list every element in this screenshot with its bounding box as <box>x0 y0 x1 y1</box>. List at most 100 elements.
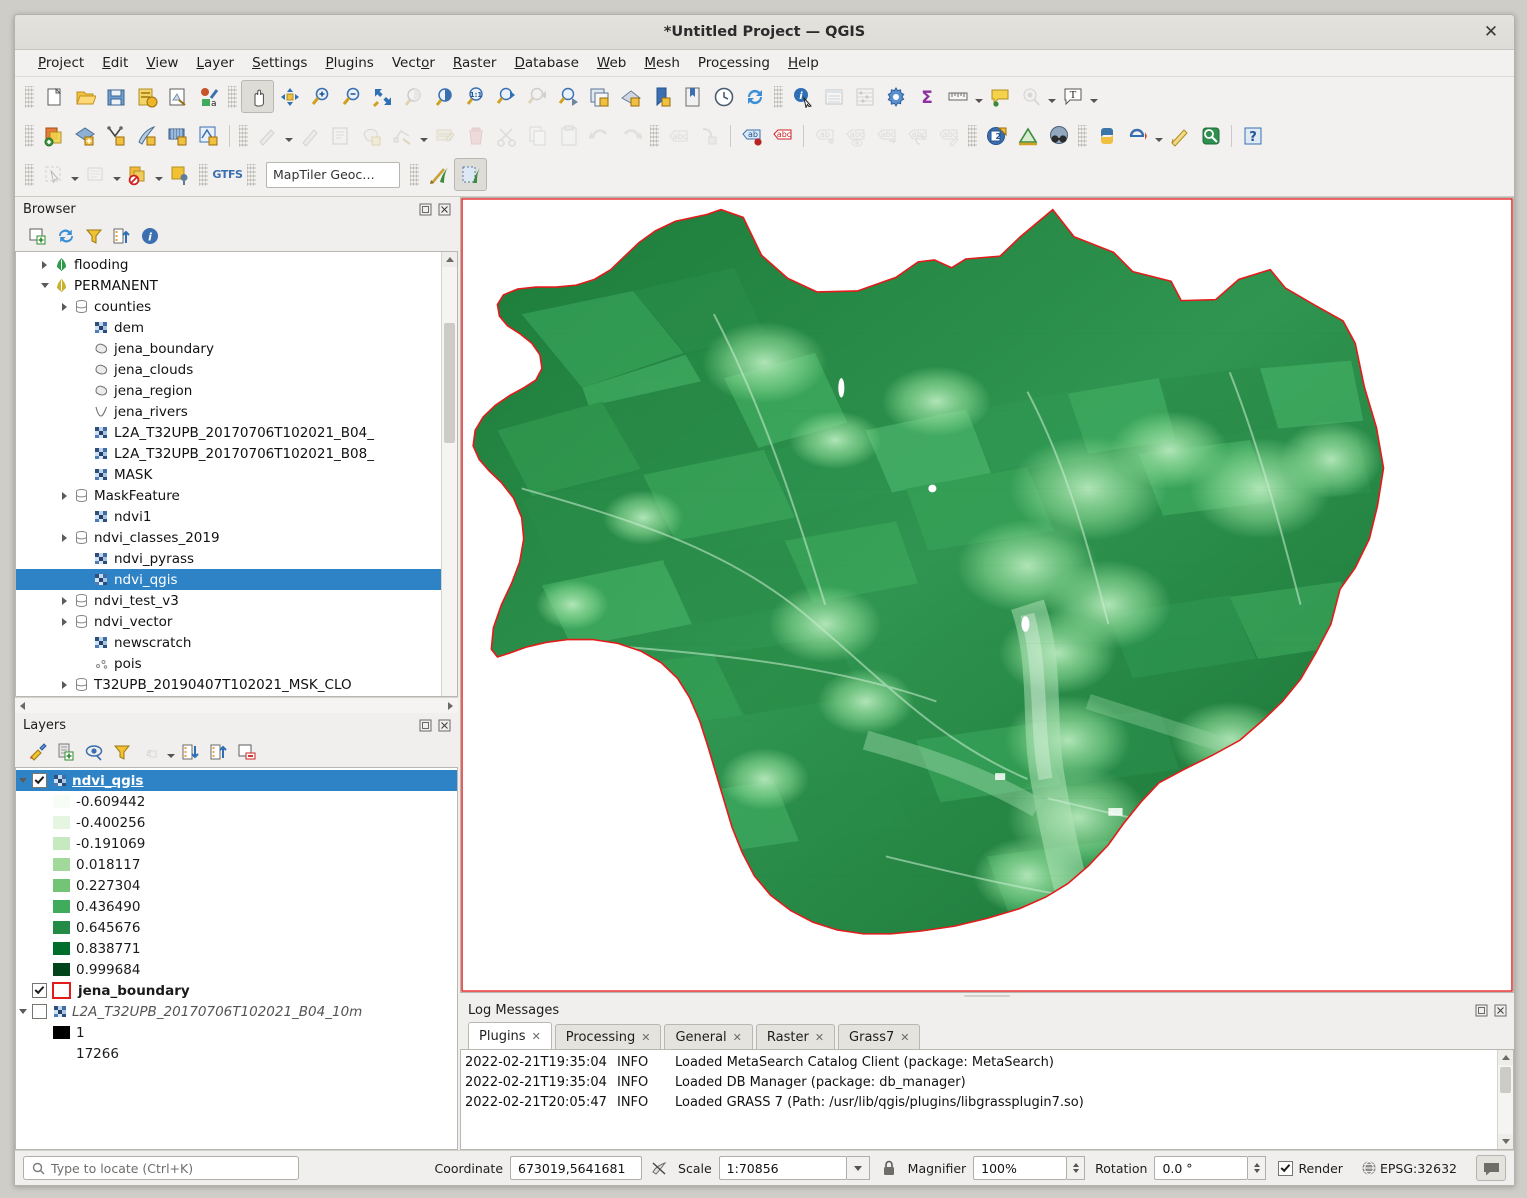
log-scroll-down-button[interactable] <box>1498 1134 1513 1149</box>
browser-item-ndvi1[interactable]: ndvi1 <box>16 506 441 527</box>
layer-visibility-checkbox[interactable] <box>32 983 47 998</box>
toolbar-grip[interactable] <box>25 163 34 186</box>
expand-arrow-icon[interactable] <box>38 275 51 296</box>
plugin-caret[interactable] <box>1153 120 1164 151</box>
legend-entry-7[interactable]: 0.838771 <box>16 938 457 959</box>
menu-plugins[interactable]: Plugins <box>316 52 382 74</box>
zoom-in-icon[interactable] <box>305 81 336 112</box>
new-project-icon[interactable] <box>38 81 69 112</box>
show-hide-labels-icon[interactable]: abc <box>840 120 871 151</box>
log-tab-processing[interactable]: Processing ✕ <box>554 1024 662 1049</box>
new-bookmark-icon[interactable] <box>646 81 677 112</box>
vertex-tool-icon[interactable] <box>387 120 418 151</box>
select-by-location-icon[interactable] <box>164 159 195 190</box>
render-checkbox[interactable] <box>1278 1160 1294 1176</box>
add-wfs-layer-icon[interactable] <box>131 120 162 151</box>
browser-item-l2a-t32upb-20170706t102021-b08[interactable]: L2A_T32UPB_20170706T102021_B08_ <box>16 443 441 464</box>
log-tab-close-icon[interactable]: ✕ <box>815 1031 824 1044</box>
options-icon[interactable] <box>880 81 911 112</box>
log-scroll-thumb[interactable] <box>1500 1067 1511 1093</box>
grass-region-icon[interactable] <box>454 158 487 191</box>
rotation-spinner[interactable] <box>1248 1156 1267 1180</box>
messages-button[interactable] <box>1476 1155 1506 1181</box>
collapse-all-layers-icon[interactable] <box>206 739 232 765</box>
toolbar-grip[interactable] <box>25 85 34 108</box>
toolbar-grip[interactable] <box>650 124 659 147</box>
annotation-dropdown-caret[interactable] <box>1088 81 1099 112</box>
style-manager-icon[interactable]: a <box>193 81 224 112</box>
remove-layer-icon[interactable] <box>234 739 260 765</box>
open-project-icon[interactable] <box>69 81 100 112</box>
log-tab-close-icon[interactable]: ✕ <box>900 1031 909 1044</box>
geocoder-input[interactable]: MapTiler Geoc… <box>266 161 400 188</box>
expand-arrow-icon[interactable] <box>38 254 51 275</box>
search-qms-icon[interactable] <box>1043 120 1074 151</box>
browser-item-ndvi-vector[interactable]: ndvi_vector <box>16 611 441 632</box>
log-entry-list[interactable]: 2022-02-21T19:35:04 INFO Loaded MetaSearch… <box>461 1050 1497 1149</box>
save-project-icon[interactable] <box>100 81 131 112</box>
browser-vertical-scrollbar[interactable] <box>441 252 457 696</box>
rotation-input[interactable]: 0.0 ° <box>1154 1156 1249 1180</box>
edit-script-icon[interactable] <box>1164 120 1195 151</box>
log-entry-row[interactable]: 2022-02-21T20:05:47 INFO Loaded GRASS 7 (P… <box>465 1092 1497 1112</box>
browser-item-ndvi-pyrass[interactable]: ndvi_pyrass <box>16 548 441 569</box>
legend-entry-0[interactable]: -0.609442 <box>16 791 457 812</box>
scale-dropdown-button[interactable] <box>846 1156 870 1180</box>
zoom-to-selection-icon[interactable] <box>398 81 429 112</box>
layer-row-ndvi-qgis[interactable]: ndvi_qgis <box>16 770 457 791</box>
log-entry-row[interactable]: 2022-02-21T19:35:04 INFO Loaded MetaSearch… <box>465 1052 1497 1072</box>
scroll-up-button[interactable] <box>442 252 457 267</box>
layers-tree[interactable]: ndvi_qgis -0.609442 -0.400256 -0.191069 0.01… <box>16 768 457 1149</box>
open-attribute-table-icon[interactable] <box>818 81 849 112</box>
zoom-full-icon[interactable] <box>367 81 398 112</box>
zoom-native-icon[interactable]: 1:1 <box>460 81 491 112</box>
delete-selected-icon[interactable] <box>460 120 491 151</box>
crs-label[interactable]: EPSG:32632 <box>1380 1161 1457 1176</box>
expand-arrow-icon[interactable] <box>58 590 71 611</box>
save-layer-edits-icon[interactable] <box>325 120 356 151</box>
manage-map-themes-icon[interactable] <box>81 739 107 765</box>
browser-item-ndvi-test-v3[interactable]: ndvi_test_v3 <box>16 590 441 611</box>
current-edits-icon[interactable] <box>252 120 283 151</box>
toolbar-grip[interactable] <box>25 124 34 147</box>
menu-layer[interactable]: Layer <box>187 52 243 74</box>
add-vector-layer-icon[interactable] <box>38 120 69 151</box>
scroll-thumb[interactable] <box>444 323 455 443</box>
labels-dropdown-caret[interactable] <box>1046 81 1057 112</box>
menu-raster[interactable]: Raster <box>444 52 506 74</box>
log-tab-grass7[interactable]: Grass7 ✕ <box>838 1024 921 1049</box>
change-label-properties-icon[interactable]: abc <box>933 120 964 151</box>
add-virtual-layer-icon[interactable] <box>193 120 224 151</box>
pan-map-icon[interactable] <box>241 80 274 113</box>
change-label-icon[interactable]: abc <box>902 120 933 151</box>
new-3d-map-view-icon[interactable] <box>615 81 646 112</box>
layer-row-b04[interactable]: L2A_T32UPB_20170706T102021_B04_10m <box>16 1001 457 1022</box>
redo-icon[interactable] <box>615 120 646 151</box>
save-project-as-icon[interactable] <box>131 81 162 112</box>
toolbar-grip[interactable] <box>968 124 977 147</box>
current-edits-caret[interactable] <box>283 120 294 151</box>
deselect-caret[interactable] <box>111 159 122 190</box>
add-mesh-layer-icon[interactable] <box>162 120 193 151</box>
log-close-icon[interactable] <box>1493 1003 1508 1018</box>
menu-vector[interactable]: Vector <box>383 52 444 74</box>
legend-entry-8[interactable]: 0.999684 <box>16 959 457 980</box>
toolbar-grip[interactable] <box>247 163 256 186</box>
show-unplaced-labels-icon[interactable] <box>1015 81 1046 112</box>
scroll-right-button[interactable] <box>443 698 458 713</box>
browser-item-pois[interactable]: pois <box>16 653 441 674</box>
crs-globe-icon[interactable] <box>1360 1159 1378 1177</box>
measure-dropdown-caret[interactable] <box>973 81 984 112</box>
browser-item-flooding[interactable]: flooding <box>16 254 441 275</box>
modify-attributes-icon[interactable] <box>429 120 460 151</box>
menu-settings[interactable]: Settings <box>243 52 316 74</box>
log-tab-close-icon[interactable]: ✕ <box>733 1031 742 1044</box>
paste-features-icon[interactable] <box>553 120 584 151</box>
scroll-left-button[interactable] <box>15 698 30 713</box>
menu-project[interactable]: Project <box>29 52 93 74</box>
menu-mesh[interactable]: Mesh <box>635 52 689 74</box>
browser-tree[interactable]: flooding PERMANENT counties dem jena_boundar… <box>16 252 441 696</box>
browser-item-ndvi-qgis[interactable]: ndvi_qgis <box>16 569 441 590</box>
layer-visibility-checkbox[interactable] <box>32 1004 47 1019</box>
filter-legend-icon[interactable] <box>109 739 135 765</box>
